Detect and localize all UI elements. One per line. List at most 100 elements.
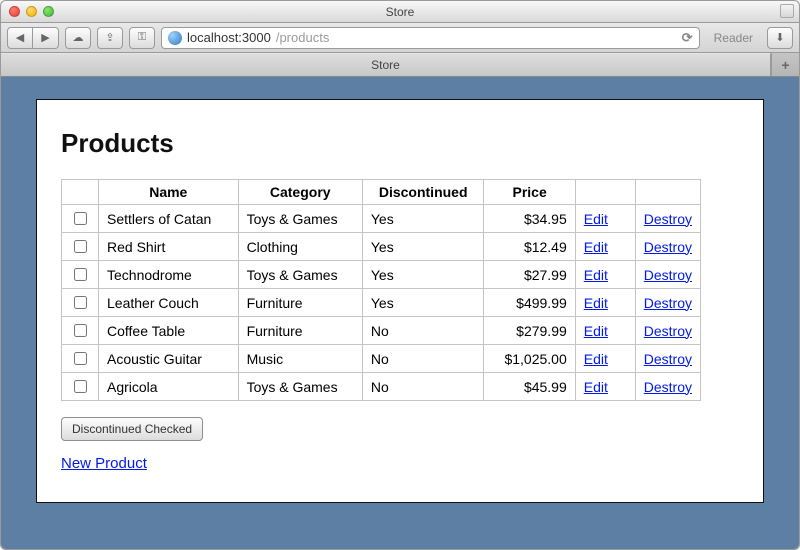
download-icon: ⬇ [775,31,784,44]
plus-icon: + [781,57,789,73]
new-product-link[interactable]: New Product [61,455,147,472]
cloud-icon: ☁ [73,31,84,44]
checkbox-cell [62,317,99,345]
checkbox-cell [62,205,99,233]
minimize-window-button[interactable] [26,6,37,17]
col-destroy [635,180,700,205]
table-header-row: Name Category Discontinued Price [62,180,701,205]
cell-price: $45.99 [484,373,575,401]
icloud-button[interactable]: ☁ [65,27,91,49]
browser-toolbar: ◀ ▶ ☁ ⇪ ⚿ localhost:3000/products ⟳ Read… [1,23,799,53]
cell-name: Settlers of Catan [99,205,239,233]
cell-discontinued: Yes [362,205,484,233]
destroy-link[interactable]: Destroy [644,211,692,227]
table-row: Red ShirtClothingYes$12.49EditDestroy [62,233,701,261]
edit-link[interactable]: Edit [584,351,608,367]
row-checkbox[interactable] [74,212,87,225]
reader-button[interactable]: Reader [706,31,761,45]
destroy-link[interactable]: Destroy [644,267,692,283]
share-button[interactable]: ⇪ [97,27,123,49]
row-checkbox[interactable] [74,268,87,281]
cell-destroy: Destroy [635,205,700,233]
new-tab-button[interactable]: + [771,53,799,76]
keychain-button[interactable]: ⚿ [129,27,155,49]
cell-edit: Edit [575,373,635,401]
url-bar[interactable]: localhost:3000/products ⟳ [161,27,700,49]
cell-name: Leather Couch [99,289,239,317]
cell-price: $1,025.00 [484,345,575,373]
tab-store[interactable]: Store [1,53,771,76]
site-favicon-icon [168,31,182,45]
cell-destroy: Destroy [635,317,700,345]
row-checkbox[interactable] [74,324,87,337]
edit-link[interactable]: Edit [584,211,608,227]
checkbox-cell [62,345,99,373]
destroy-link[interactable]: Destroy [644,239,692,255]
share-icon: ⇪ [105,31,114,44]
cell-name: Coffee Table [99,317,239,345]
close-window-button[interactable] [9,6,20,17]
cell-destroy: Destroy [635,261,700,289]
zoom-window-button[interactable] [43,6,54,17]
cell-price: $499.99 [484,289,575,317]
row-checkbox[interactable] [74,352,87,365]
edit-link[interactable]: Edit [584,267,608,283]
cell-destroy: Destroy [635,233,700,261]
destroy-link[interactable]: Destroy [644,295,692,311]
downloads-button[interactable]: ⬇ [767,27,793,49]
discontinue-checked-button[interactable]: Discontinued Checked [61,417,203,441]
cell-edit: Edit [575,345,635,373]
cell-edit: Edit [575,261,635,289]
cell-category: Clothing [238,233,362,261]
nav-group: ◀ ▶ [7,27,59,49]
traffic-lights [1,6,54,17]
edit-link[interactable]: Edit [584,239,608,255]
cell-discontinued: Yes [362,233,484,261]
col-discontinued: Discontinued [362,180,484,205]
cell-category: Toys & Games [238,261,362,289]
cell-discontinued: No [362,317,484,345]
row-checkbox[interactable] [74,296,87,309]
table-row: Leather CouchFurnitureYes$499.99 Edit Dest… [62,289,701,317]
key-icon: ⚿ [138,31,146,44]
table-row: Coffee TableFurnitureNo$279.99EditDestro… [62,317,701,345]
cell-edit: Edit [575,233,635,261]
col-checkbox [62,180,99,205]
tab-strip: Store + [1,53,799,77]
cell-category: Music [238,345,362,373]
reload-icon[interactable]: ⟳ [682,30,693,46]
page-background: Products Name Category Discontinued Pric… [1,77,799,550]
cell-destroy: Destroy [635,289,700,317]
destroy-link[interactable]: Destroy [644,379,692,395]
cell-discontinued: No [362,345,484,373]
window-title: Store [1,5,799,19]
col-category: Category [238,180,362,205]
cell-edit: Edit [575,289,635,317]
content-card: Products Name Category Discontinued Pric… [36,99,764,503]
url-host: localhost:3000 [187,30,271,45]
edit-link[interactable]: Edit [584,379,608,395]
row-checkbox[interactable] [74,240,87,253]
titlebar: Store [1,1,799,23]
destroy-link[interactable]: Destroy [644,351,692,367]
cell-discontinued: Yes [362,289,484,317]
cell-discontinued: No [362,373,484,401]
edit-link[interactable]: Edit [584,295,608,311]
forward-button[interactable]: ▶ [33,27,59,49]
table-row: AgricolaToys & GamesNo$45.99EditDestroy [62,373,701,401]
cell-category: Furniture [238,289,362,317]
back-button[interactable]: ◀ [7,27,33,49]
chevron-left-icon: ◀ [16,31,24,44]
cell-discontinued: Yes [362,261,484,289]
checkbox-cell [62,373,99,401]
cell-destroy: Destroy [635,373,700,401]
row-checkbox[interactable] [74,380,87,393]
cell-category: Toys & Games [238,373,362,401]
edit-link[interactable]: Edit [584,323,608,339]
viewport[interactable]: Products Name Category Discontinued Pric… [1,77,799,550]
destroy-link[interactable]: Destroy [644,323,692,339]
checkbox-cell [62,261,99,289]
cell-edit: Edit [575,205,635,233]
page-title: Products [61,128,739,159]
fullscreen-icon[interactable] [780,4,794,18]
